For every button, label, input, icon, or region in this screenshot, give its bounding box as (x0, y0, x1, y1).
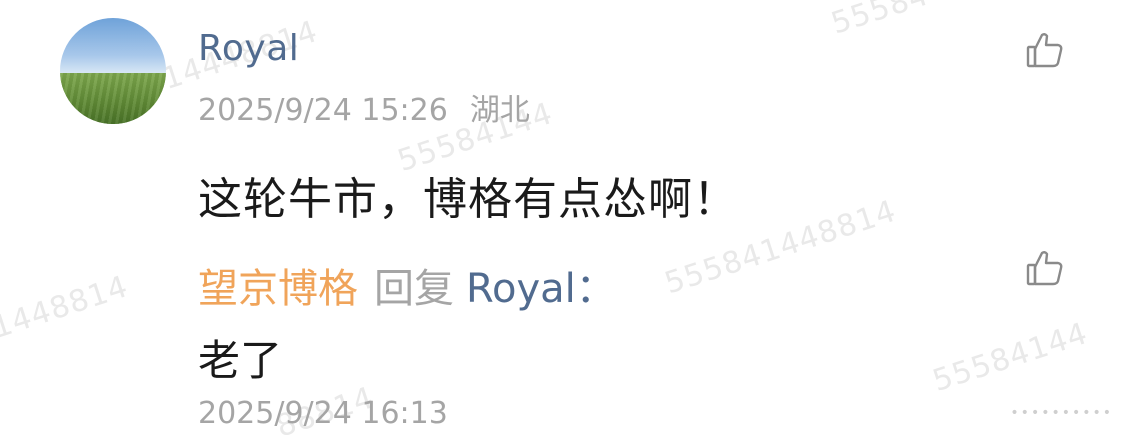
avatar[interactable] (60, 18, 166, 124)
comment-timestamp: 2025/9/24 15:26 (198, 93, 448, 128)
reply-text: 老了 (198, 336, 283, 385)
reply-colon: ： (575, 266, 616, 312)
reply-timestamp: 2025/9/24 16:13 (198, 396, 448, 431)
comment-text: 这轮牛市，博格有点怂啊！ (198, 174, 738, 225)
thumbs-up-icon[interactable] (1025, 30, 1065, 70)
watermark: 55584 (827, 0, 934, 42)
avatar-field (60, 73, 166, 124)
watermark: 55584144 (928, 316, 1093, 399)
comment-thread: 55584 14448814 55584144 555841448814 144… (0, 0, 1125, 439)
comment-username[interactable]: Royal (198, 28, 299, 69)
comment-meta: 2025/9/24 15:26 湖北 (198, 85, 530, 129)
watermark: 1448814 (0, 269, 133, 346)
comment-location: 湖北 (469, 93, 530, 128)
reply-header: 望京博格 回复 Royal： (198, 256, 616, 314)
reply-label: 回复 (374, 266, 454, 312)
thumbs-up-icon[interactable] (1025, 248, 1065, 288)
reply-target[interactable]: Royal (466, 266, 576, 312)
more-indicator: •••••••••• (1010, 405, 1113, 421)
reply-author[interactable]: 望京博格 (198, 266, 358, 312)
